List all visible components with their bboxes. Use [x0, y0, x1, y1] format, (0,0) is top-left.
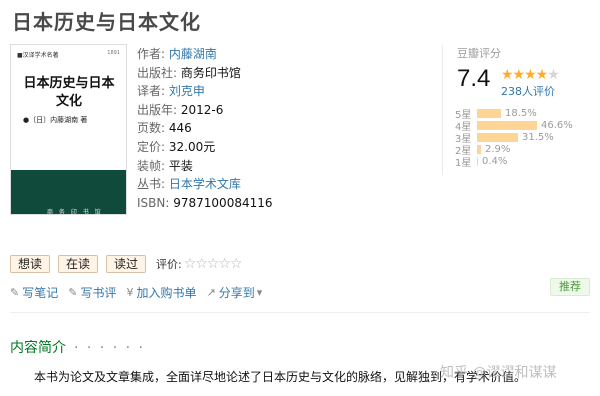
- info-row-pages: 页数: 446: [137, 119, 273, 138]
- action-links: ✎ 写笔记 ✎ 写书评 ¥ 加入购书单 ↗ 分享到 ▾: [10, 284, 275, 301]
- rating-bar: [477, 132, 518, 142]
- info-row-isbn: ISBN: 9787100084116: [137, 194, 273, 213]
- translator-link[interactable]: 刘克申: [169, 84, 205, 98]
- info-key: 丛书:: [137, 177, 166, 192]
- info-value: 2012-6: [180, 102, 224, 117]
- info-row-publisher: 出版社: 商务印书馆: [137, 64, 273, 83]
- rating-row-1: 1星 0.4%: [455, 155, 573, 169]
- rating-stars: ★★★★★: [501, 67, 560, 83]
- info-value: 9787100084116: [173, 195, 273, 210]
- write-review-label: 写书评: [80, 286, 117, 300]
- info-value: 32.00元: [168, 139, 216, 154]
- info-key: 定价:: [137, 139, 166, 154]
- rating-percent: 0.4%: [482, 155, 508, 167]
- rate-label: 评价:: [156, 258, 182, 271]
- book-title: 日本历史与日本文化: [12, 10, 201, 34]
- info-key: 装帧:: [137, 158, 166, 173]
- cover-author: ●〔日〕内藤湖南 著: [23, 116, 88, 124]
- write-note-link[interactable]: ✎ 写笔记: [10, 284, 58, 301]
- book-cover[interactable]: ■汉译学术名著 1891 日本历史与日本文化 ●〔日〕内藤湖南 著 商 务 印 …: [10, 44, 127, 215]
- want-to-read-button[interactable]: 想读: [10, 255, 51, 273]
- info-value: 446: [168, 121, 192, 136]
- write-note-label: 写笔记: [22, 286, 59, 300]
- write-review-link[interactable]: ✎ 写书评: [68, 284, 116, 301]
- series-link[interactable]: 日本学术文库: [169, 177, 241, 191]
- rating-bar: [477, 144, 481, 154]
- info-row-binding: 装帧: 平装: [137, 157, 273, 176]
- yen-icon: ¥: [126, 286, 134, 299]
- author-link[interactable]: 内藤湖南: [169, 47, 217, 61]
- share-label: 分享到: [218, 286, 255, 300]
- rating-distribution: 5星 18.5% 4星 46.6% 3星 31.5% 2星 2.9% 1星 0.4%: [455, 107, 573, 169]
- info-key: ISBN:: [137, 195, 170, 210]
- rating-bar: [477, 156, 478, 166]
- info-key: 出版年:: [137, 102, 178, 117]
- reading-button[interactable]: 在读: [58, 255, 99, 273]
- pencil-icon: ✎: [10, 286, 20, 299]
- rating-percent: 18.5%: [505, 107, 537, 119]
- cover-title: 日本历史与日本文化: [23, 76, 115, 109]
- info-row-price: 定价: 32.00元: [137, 138, 273, 157]
- info-key: 出版社:: [137, 65, 178, 80]
- book-info: 作者: 内藤湖南 出版社: 商务印书馆 译者: 刘克申 出版年: 2012-6 …: [137, 45, 273, 212]
- rating-panel: 豆瓣评分 7.4 ★★★★★ 238人评价 5星 18.5% 4星 46.6% 3星…: [442, 45, 592, 175]
- add-cart-label: 加入购书单: [136, 286, 197, 300]
- reading-status-bar: 想读 在读 读过 评价: ☆☆☆☆☆: [10, 255, 243, 273]
- cover-series-number: 1891: [107, 50, 120, 56]
- watermark: 知乎 @谬谬和谋谋: [440, 365, 557, 381]
- rating-percent: 2.9%: [485, 143, 511, 155]
- info-row-series: 丛书: 日本学术文库: [137, 175, 273, 194]
- info-key: 页数:: [137, 121, 166, 136]
- rating-count-link[interactable]: 238人评价: [501, 83, 555, 99]
- info-key: 作者:: [137, 47, 166, 61]
- add-cart-link[interactable]: ¥ 加入购书单: [126, 284, 196, 301]
- rating-bar: [477, 120, 537, 130]
- recommend-button[interactable]: 推荐: [550, 278, 590, 296]
- pencil-icon: ✎: [68, 286, 78, 299]
- rating-bar: [477, 108, 501, 118]
- intro-dots: · · · · · ·: [74, 340, 145, 356]
- intro-heading-text: 内容简介: [10, 340, 66, 356]
- divider: [10, 312, 590, 313]
- star-empty-icon: ★: [547, 67, 560, 83]
- rating-percent: 46.6%: [541, 119, 573, 131]
- cover-series-label: ■汉译学术名著: [17, 52, 59, 59]
- info-key: 译者:: [137, 84, 166, 99]
- share-link[interactable]: ↗ 分享到 ▾: [206, 284, 265, 301]
- rating-row-label: 1星: [455, 157, 472, 169]
- info-row-author: 作者: 内藤湖南: [137, 45, 273, 64]
- star-icon: ★★★★: [501, 67, 548, 83]
- rating-percent: 31.5%: [522, 131, 554, 143]
- intro-heading: 内容简介 · · · · · ·: [10, 337, 145, 357]
- have-read-button[interactable]: 读过: [106, 255, 147, 273]
- chevron-down-icon: ▾: [256, 286, 263, 299]
- rating-score: 7.4: [457, 65, 491, 92]
- info-value: 平装: [168, 158, 193, 173]
- rate-stars-input[interactable]: ☆☆☆☆☆: [184, 256, 243, 272]
- info-value: 商务印书馆: [180, 65, 241, 80]
- rating-label: 豆瓣评分: [457, 47, 501, 60]
- info-row-translator: 译者: 刘克申: [137, 82, 273, 101]
- info-row-year: 出版年: 2012-6: [137, 101, 273, 120]
- share-icon: ↗: [206, 286, 216, 299]
- cover-publisher: 商 务 印 书 馆: [47, 209, 103, 215]
